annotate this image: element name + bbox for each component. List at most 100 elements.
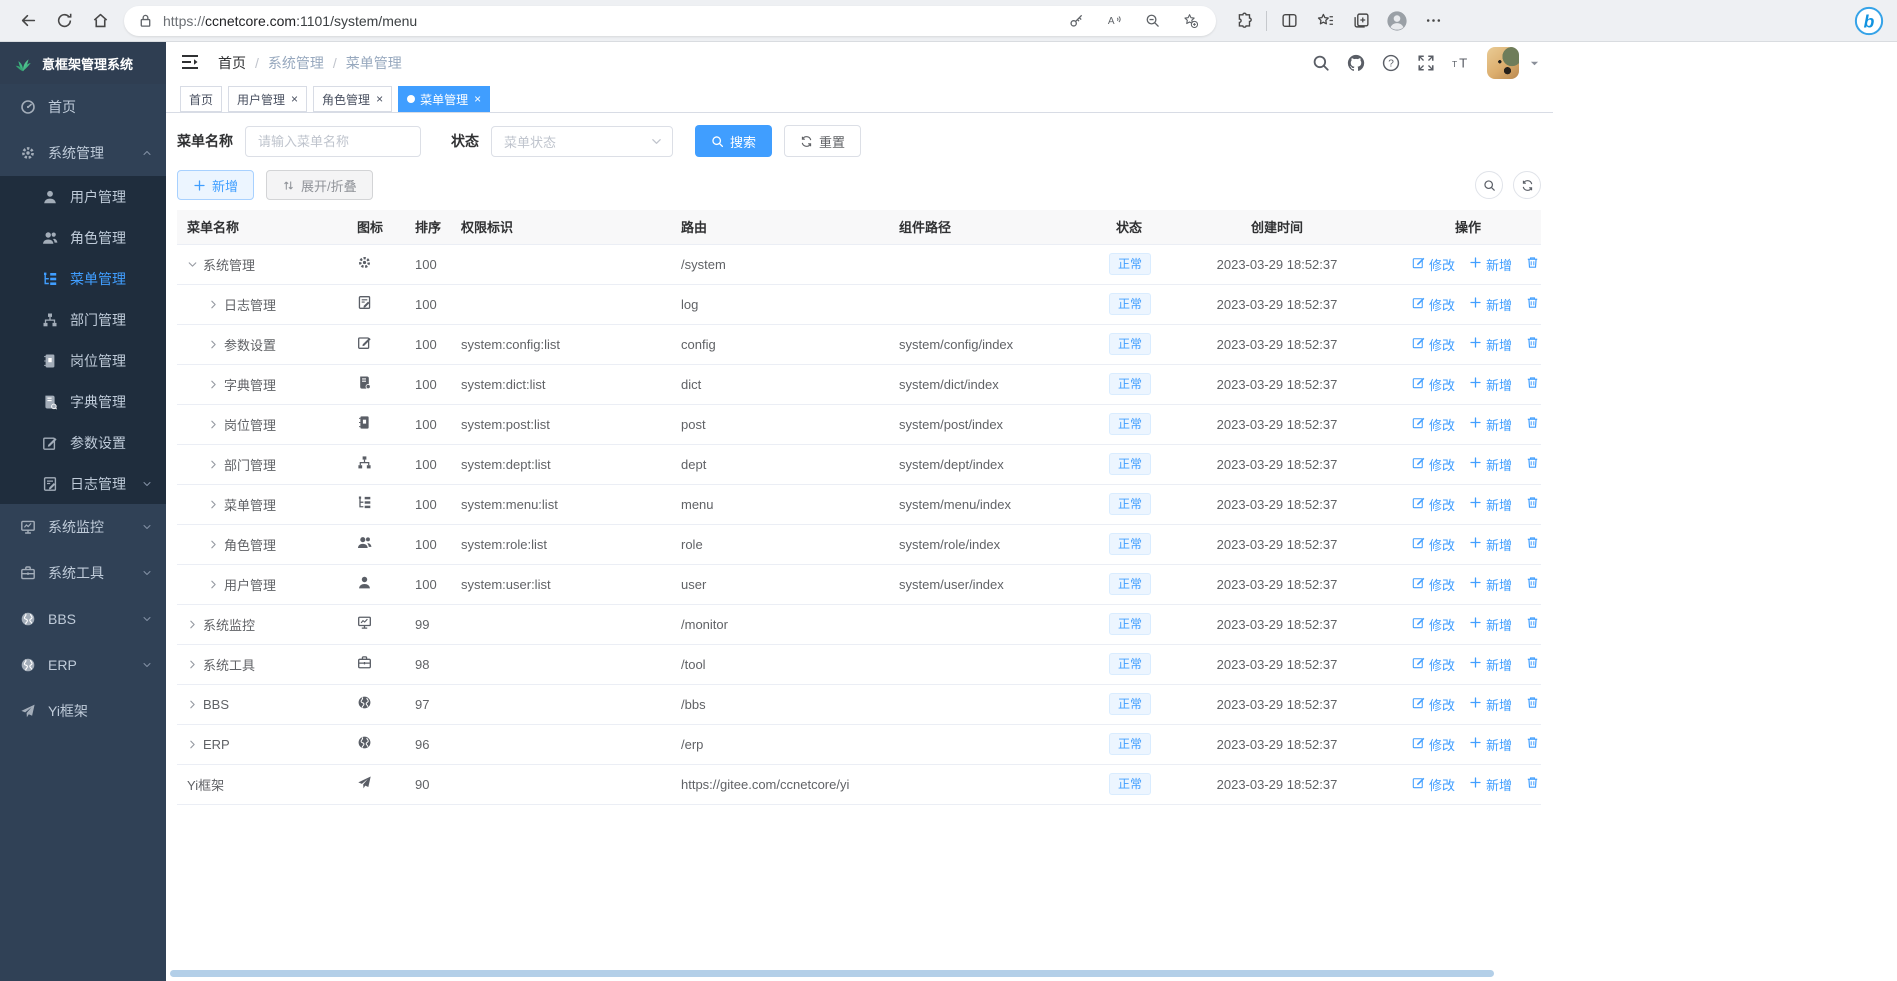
refresh-table-button[interactable] bbox=[1513, 171, 1541, 199]
row-expand-chevron-right-icon[interactable] bbox=[208, 536, 224, 552]
delete-link[interactable]: 删除 bbox=[1526, 695, 1541, 714]
add-link[interactable]: 新增 bbox=[1469, 735, 1512, 754]
favorites-button[interactable] bbox=[1307, 4, 1343, 38]
add-favorite-button[interactable] bbox=[1174, 7, 1206, 35]
edit-link[interactable]: 修改 bbox=[1412, 615, 1455, 634]
add-link[interactable]: 新增 bbox=[1469, 335, 1512, 354]
split-screen-button[interactable] bbox=[1271, 4, 1307, 38]
edit-link[interactable]: 修改 bbox=[1412, 775, 1455, 794]
sidebar-item-14[interactable]: Yi框架 bbox=[0, 688, 166, 734]
close-tab-icon[interactable]: × bbox=[291, 92, 298, 106]
edit-link[interactable]: 修改 bbox=[1412, 535, 1455, 554]
edit-link[interactable]: 修改 bbox=[1412, 495, 1455, 514]
delete-link[interactable]: 删除 bbox=[1526, 575, 1541, 594]
add-link[interactable]: 新增 bbox=[1469, 255, 1512, 274]
password-key-button[interactable] bbox=[1060, 7, 1092, 35]
address-bar[interactable]: https://ccnetcore.com:1101/system/menu A bbox=[124, 5, 1216, 36]
search-button[interactable]: 搜索 bbox=[695, 125, 773, 157]
toggle-search-button[interactable] bbox=[1475, 171, 1503, 199]
delete-link[interactable]: 删除 bbox=[1526, 775, 1541, 794]
add-link[interactable]: 新增 bbox=[1469, 455, 1512, 474]
sidebar-item-13[interactable]: ERP bbox=[0, 642, 166, 688]
sidebar-item-11[interactable]: 系统工具 bbox=[0, 550, 166, 596]
row-expand-chevron-right-icon[interactable] bbox=[187, 656, 203, 672]
status-select[interactable]: 菜单状态 bbox=[491, 125, 673, 157]
add-link[interactable]: 新增 bbox=[1469, 415, 1512, 434]
edit-link[interactable]: 修改 bbox=[1412, 375, 1455, 394]
browser-menu-button[interactable] bbox=[1415, 4, 1451, 38]
collapse-sidebar-button[interactable] bbox=[180, 52, 202, 74]
add-link[interactable]: 新增 bbox=[1469, 535, 1512, 554]
scrollbar-thumb[interactable] bbox=[170, 970, 1494, 977]
row-expand-chevron-right-icon[interactable] bbox=[208, 496, 224, 512]
sidebar-item-9[interactable]: 日志管理 bbox=[0, 463, 166, 504]
fullscreen-button[interactable] bbox=[1417, 54, 1435, 72]
edit-link[interactable]: 修改 bbox=[1412, 655, 1455, 674]
sidebar-item-10[interactable]: 系统监控 bbox=[0, 504, 166, 550]
add-link[interactable]: 新增 bbox=[1469, 495, 1512, 514]
breadcrumb-item-1[interactable]: 系统管理 bbox=[268, 53, 324, 73]
delete-link[interactable]: 删除 bbox=[1526, 295, 1541, 314]
font-size-button[interactable]: TT bbox=[1452, 54, 1470, 72]
sidebar-item-2[interactable]: 用户管理 bbox=[0, 176, 166, 217]
add-link[interactable]: 新增 bbox=[1469, 655, 1512, 674]
add-link[interactable]: 新增 bbox=[1469, 615, 1512, 634]
sidebar-item-7[interactable]: 字典管理 bbox=[0, 381, 166, 422]
expand-collapse-button[interactable]: 展开/折叠 bbox=[266, 170, 373, 200]
delete-link[interactable]: 删除 bbox=[1526, 255, 1541, 274]
edit-link[interactable]: 修改 bbox=[1412, 735, 1455, 754]
browser-profile-button[interactable] bbox=[1379, 4, 1415, 38]
horizontal-scrollbar[interactable] bbox=[166, 969, 1553, 978]
row-expand-chevron-right-icon[interactable] bbox=[187, 736, 203, 752]
read-aloud-button[interactable]: A bbox=[1098, 7, 1130, 35]
add-link[interactable]: 新增 bbox=[1469, 575, 1512, 594]
browser-home-button[interactable] bbox=[82, 4, 118, 38]
bing-sidebar-button[interactable]: b bbox=[1851, 4, 1887, 38]
edit-link[interactable]: 修改 bbox=[1412, 295, 1455, 314]
user-avatar[interactable] bbox=[1487, 47, 1519, 79]
edit-link[interactable]: 修改 bbox=[1412, 695, 1455, 714]
add-link[interactable]: 新增 bbox=[1469, 295, 1512, 314]
delete-link[interactable]: 删除 bbox=[1526, 495, 1541, 514]
row-expand-chevron-right-icon[interactable] bbox=[208, 296, 224, 312]
edit-link[interactable]: 修改 bbox=[1412, 255, 1455, 274]
sidebar-item-1[interactable]: 系统管理 bbox=[0, 130, 166, 176]
sidebar-item-3[interactable]: 角色管理 bbox=[0, 217, 166, 258]
help-button[interactable]: ? bbox=[1382, 54, 1400, 72]
sidebar-item-0[interactable]: 首页 bbox=[0, 84, 166, 130]
sidebar-item-5[interactable]: 部门管理 bbox=[0, 299, 166, 340]
tab-1[interactable]: 用户管理 × bbox=[228, 86, 308, 112]
delete-link[interactable]: 删除 bbox=[1526, 615, 1541, 634]
reset-button[interactable]: 重置 bbox=[784, 125, 862, 157]
menu-name-input[interactable] bbox=[245, 125, 421, 157]
delete-link[interactable]: 删除 bbox=[1526, 735, 1541, 754]
edit-link[interactable]: 修改 bbox=[1412, 415, 1455, 434]
row-expand-chevron-down-icon[interactable] bbox=[187, 256, 203, 272]
sidebar-item-12[interactable]: BBS bbox=[0, 596, 166, 642]
delete-link[interactable]: 删除 bbox=[1526, 415, 1541, 434]
github-button[interactable] bbox=[1347, 54, 1365, 72]
edit-link[interactable]: 修改 bbox=[1412, 575, 1455, 594]
row-expand-chevron-right-icon[interactable] bbox=[208, 576, 224, 592]
browser-back-button[interactable] bbox=[10, 4, 46, 38]
add-link[interactable]: 新增 bbox=[1469, 775, 1512, 794]
zoom-out-button[interactable] bbox=[1136, 7, 1168, 35]
delete-link[interactable]: 删除 bbox=[1526, 455, 1541, 474]
tab-3[interactable]: 菜单管理 × bbox=[398, 86, 491, 112]
avatar-dropdown-caret-icon[interactable] bbox=[1530, 59, 1539, 68]
delete-link[interactable]: 删除 bbox=[1526, 535, 1541, 554]
tab-2[interactable]: 角色管理 × bbox=[313, 86, 393, 112]
collections-button[interactable] bbox=[1343, 4, 1379, 38]
extensions-button[interactable] bbox=[1226, 4, 1262, 38]
delete-link[interactable]: 删除 bbox=[1526, 335, 1541, 354]
row-expand-chevron-right-icon[interactable] bbox=[208, 416, 224, 432]
delete-link[interactable]: 删除 bbox=[1526, 375, 1541, 394]
row-expand-chevron-right-icon[interactable] bbox=[208, 336, 224, 352]
sidebar-item-6[interactable]: 岗位管理 bbox=[0, 340, 166, 381]
breadcrumb-item-2[interactable]: 菜单管理 bbox=[346, 53, 402, 73]
tab-0[interactable]: 首页 bbox=[180, 86, 223, 112]
add-link[interactable]: 新增 bbox=[1469, 695, 1512, 714]
sidebar-item-8[interactable]: 参数设置 bbox=[0, 422, 166, 463]
add-button[interactable]: 新增 bbox=[177, 170, 255, 200]
row-expand-chevron-right-icon[interactable] bbox=[208, 376, 224, 392]
